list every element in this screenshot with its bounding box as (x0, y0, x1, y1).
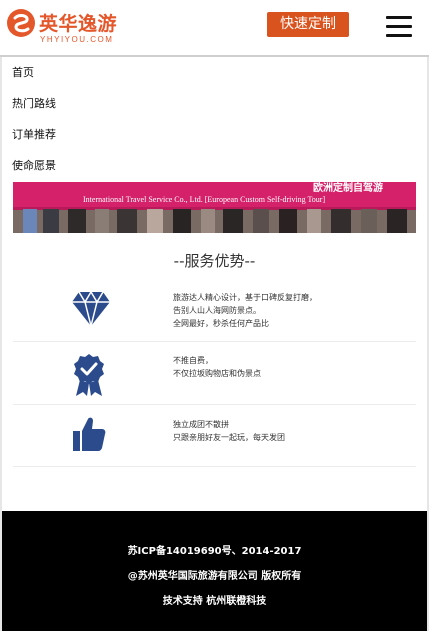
nav-item-hot-routes[interactable]: 热门路线 (0, 90, 429, 121)
badge-check-icon (74, 354, 104, 396)
banner-text-chinese: 欧洲定制自驾游 (313, 182, 383, 194)
service-description: 旅游达人精心设计，基于口碑反复打磨， 告别人山人海网防景点。 全网最好，秒杀任何… (173, 293, 317, 328)
footer-tech-support[interactable]: 技术支持 杭州联橙科技 (2, 592, 427, 607)
nav-item-order-recommend[interactable]: 订单推荐 (0, 121, 429, 152)
quick-customize-button[interactable]: 快速定制 (267, 12, 349, 37)
diamond-icon (72, 291, 110, 327)
service-item: 不推自费， 不仅拉坂购物店和伪景点 (13, 342, 416, 405)
logo[interactable]: 英华逸游 YHYIYOU.COM (6, 8, 126, 48)
services-title: --服务优势-- (173, 252, 256, 270)
footer-icp[interactable]: 苏ICP备14019690号、2014-2017 (2, 542, 427, 557)
logo-domain: YHYIYOU.COM (40, 35, 114, 44)
footer-copyright: @苏州英华国际旅游有限公司 版权所有 (127, 571, 302, 582)
footer: 苏ICP备14019690号、2014-2017 @苏州英华国际旅游有限公司 版… (2, 511, 427, 631)
banner-photo: International Travel Service Co., Ltd. [… (13, 182, 416, 233)
nav-item-home[interactable]: 首页 (0, 59, 429, 90)
service-description: 独立成团不散拼 只跟亲朋好友一起玩，每天发团 (173, 420, 285, 442)
banner-image[interactable]: International Travel Service Co., Ltd. [… (13, 182, 416, 233)
service-item: 旅游达人精心设计，基于口碑反复打磨， 告别人山人海网防景点。 全网最好，秒杀任何… (13, 280, 416, 342)
nav-menu: 首页 热门路线 订单推荐 使命愿景 (0, 59, 429, 183)
logo-mark-icon (7, 9, 35, 37)
thumbs-up-icon (73, 417, 106, 451)
banner-text-english: International Travel Service Co., Ltd. [… (83, 195, 325, 204)
nav-item-mission-vision[interactable]: 使命愿景 (0, 152, 429, 183)
service-item: 独立成团不散拼 只跟亲朋好友一起玩，每天发团 (13, 405, 416, 467)
logo-chinese-name: 英华逸游 (39, 13, 118, 35)
hamburger-menu-icon[interactable] (386, 16, 412, 38)
service-description: 不推自费， 不仅拉坂购物店和伪景点 (173, 356, 261, 378)
header: 英华逸游 YHYIYOU.COM 快速定制 (0, 0, 429, 57)
